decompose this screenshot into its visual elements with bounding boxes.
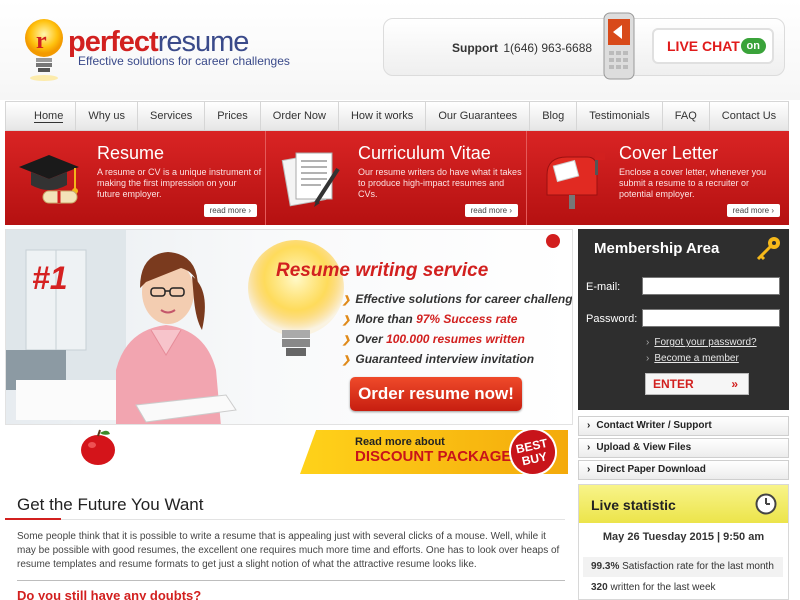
site-header: r perfectresume Effective solutions for …	[0, 0, 800, 100]
nav-item-guarantees[interactable]: Our Guarantees	[426, 102, 531, 130]
email-label: E-mail:	[586, 281, 621, 293]
live-chat-button[interactable]: LIVE CHAT on	[652, 28, 774, 64]
nav-item-blog[interactable]: Blog	[530, 102, 578, 130]
content-paragraph: Some people think that it is possible to…	[17, 531, 560, 570]
feature-cover-letter: Cover Letter Enclose a cover letter, whe…	[527, 131, 788, 225]
membership-area: Membership Area E-mail: Password: Forgot…	[578, 229, 789, 410]
main-nav: Home Why us Services Prices Order Now Ho…	[5, 101, 789, 131]
feature-title: Resume	[97, 143, 165, 163]
apple-icon	[81, 429, 115, 465]
banner-bullet: Guaranteed interview invitation	[342, 350, 572, 370]
nav-item-home[interactable]: Home	[22, 102, 77, 130]
key-icon	[756, 237, 780, 261]
documents-pen-icon	[281, 152, 340, 207]
feature-resume: Resume A resume or CV is a unique instru…	[5, 131, 266, 225]
graduation-cap-icon	[19, 155, 79, 204]
discount-line1: Read more about	[355, 436, 445, 448]
forgot-password-link[interactable]: Forgot your password?	[646, 337, 756, 348]
hero-banner: #1 Resume writing service Effective solu…	[5, 229, 573, 425]
mailbox-icon	[546, 153, 605, 209]
nav-item-testimonials[interactable]: Testimonials	[577, 102, 663, 130]
nav-item-prices[interactable]: Prices	[205, 102, 261, 130]
live-statistic-panel: Live statistic May 26 Tuesday 2015 | 9:5…	[578, 484, 789, 600]
banner-bullet: Effective solutions for career challenge…	[342, 290, 572, 310]
statistic-row: 320 written for the last week	[591, 582, 716, 593]
nav-item-how-it-works[interactable]: How it works	[339, 102, 427, 130]
content-subheading: Do you still have any doubts?	[17, 588, 202, 600]
read-more-button[interactable]: read more ›	[203, 204, 257, 217]
enter-button[interactable]: ENTER»	[645, 373, 749, 395]
logo-tagline: Effective solutions for career challenge…	[78, 54, 290, 68]
order-resume-button[interactable]: Order resume now!	[350, 377, 522, 411]
statistic-row: 99.3% Satisfaction rate for the last mon…	[583, 557, 783, 577]
feature-cv: Curriculum Vitae Our resume writers do h…	[266, 131, 527, 225]
divider	[61, 519, 565, 520]
feature-description: A resume or CV is a unique instrument of…	[97, 167, 262, 199]
banner-bullet-list: Effective solutions for career challenge…	[342, 290, 572, 370]
feature-description: Enclose a cover letter, whenever you sub…	[619, 167, 767, 199]
banner-bullet: More than 97% Success rate	[342, 310, 572, 330]
banner-bullet: Over 100.000 resumes written	[342, 330, 572, 350]
support-phone: Support 1(646) 963-6688	[452, 41, 593, 55]
content-title: Get the Future You Want	[17, 495, 204, 514]
membership-title: Membership Area	[594, 240, 720, 257]
email-field[interactable]	[642, 277, 780, 295]
support-box: Support 1(646) 963-6688 LIVE CHAT on	[383, 12, 785, 80]
password-field[interactable]	[642, 309, 780, 327]
clock-icon	[755, 493, 777, 515]
live-statistic-title: Live statistic	[591, 497, 676, 513]
nav-item-services[interactable]: Services	[138, 102, 206, 130]
feature-band: Resume A resume or CV is a unique instru…	[5, 131, 789, 225]
paper-download-link[interactable]: Direct Paper Download	[578, 460, 789, 480]
feature-title: Cover Letter	[619, 143, 719, 163]
upload-files-link[interactable]: Upload & View Files	[578, 438, 789, 458]
mobile-phone-icon	[603, 12, 635, 80]
contact-writer-link[interactable]: Contact Writer / Support	[578, 416, 789, 436]
discount-line2: DISCOUNT PACKAGE	[355, 448, 512, 465]
read-more-button[interactable]: read more ›	[464, 204, 518, 217]
password-label: Password:	[586, 313, 638, 325]
lightbulb-icon	[248, 240, 344, 356]
live-chat-label: LIVE CHAT	[667, 38, 740, 54]
nav-item-contact-us[interactable]: Contact Us	[710, 102, 788, 130]
nav-item-why-us[interactable]: Why us	[76, 102, 139, 130]
svg-text:r: r	[36, 28, 47, 54]
feature-title: Curriculum Vitae	[358, 143, 491, 163]
banner-title: Resume writing service	[276, 260, 489, 281]
statistic-date: May 26 Tuesday 2015 | 9:50 am	[602, 531, 765, 543]
feature-description: Our resume writers do have what it takes…	[358, 167, 522, 199]
nav-item-faq[interactable]: FAQ	[663, 102, 710, 130]
nav-item-order-now[interactable]: Order Now	[261, 102, 339, 130]
divider	[17, 580, 565, 581]
site-logo[interactable]: r perfectresume Effective solutions for …	[22, 14, 292, 84]
rank-badge: #1	[32, 260, 68, 296]
become-member-link[interactable]: Become a member	[646, 353, 738, 364]
title-underline	[5, 518, 61, 520]
lightbulb-logo-icon: r	[25, 19, 63, 81]
read-more-button[interactable]: read more ›	[726, 204, 780, 217]
live-chat-status-badge: on	[740, 38, 766, 54]
pushpin-icon	[546, 234, 560, 248]
